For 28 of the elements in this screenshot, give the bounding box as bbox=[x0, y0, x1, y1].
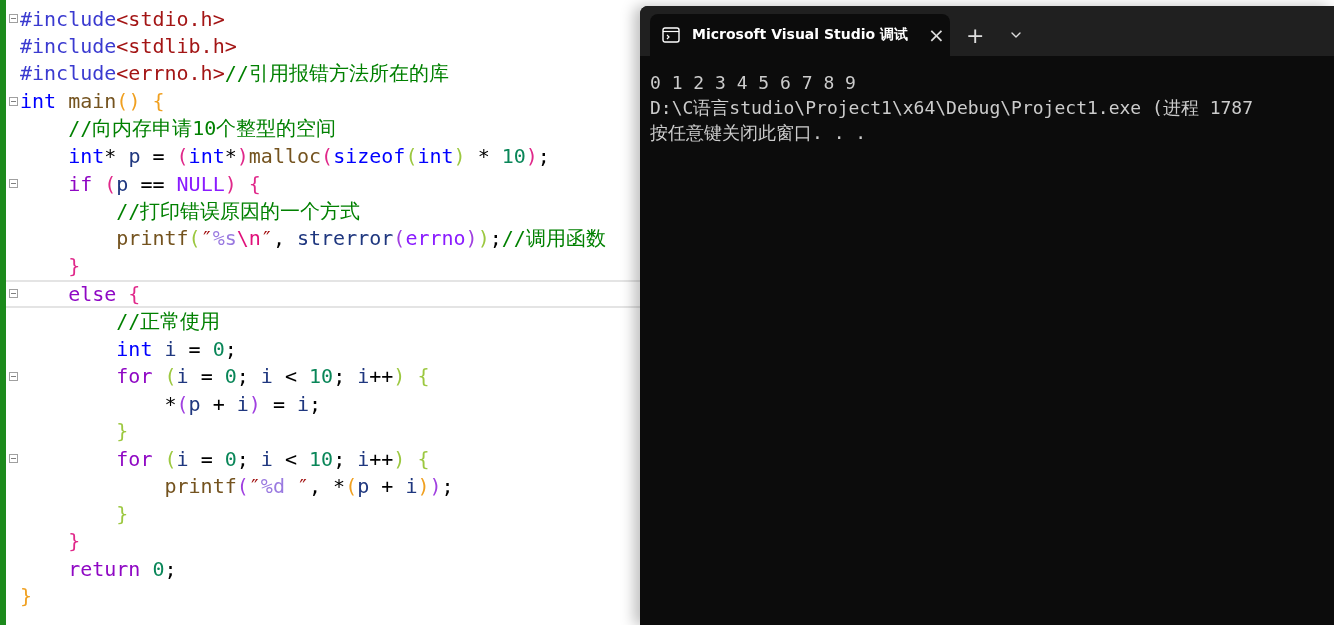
code-line: else { bbox=[67, 281, 141, 306]
code-line: } bbox=[20, 584, 33, 609]
code-line: //正常使用 bbox=[115, 307, 221, 335]
code-line: //打印错误原因的一个方式 bbox=[115, 197, 361, 225]
close-tab-button[interactable]: × bbox=[920, 18, 953, 52]
code-line: int* p = (int*)malloc(sizeof(int) * 10); bbox=[67, 144, 550, 169]
code-line: #include<errno.h>//引用报错方法所在的库 bbox=[20, 60, 449, 88]
code-line: int main() { bbox=[20, 89, 165, 114]
code-line: return 0; bbox=[67, 556, 177, 581]
code-line: #include<stdlib.h> bbox=[20, 34, 237, 59]
code-line: #include<stdio.h> bbox=[20, 6, 225, 31]
code-line: for (i = 0; i < 10; i++) { bbox=[115, 446, 430, 471]
code-line: int i = 0; bbox=[115, 336, 237, 361]
terminal-tab[interactable]: Microsoft Visual Studio 调试 × bbox=[650, 14, 950, 56]
code-line: } bbox=[67, 254, 81, 279]
code-line: //向内存申请10个整型的空间 bbox=[67, 115, 337, 143]
code-line: printf(″%d ″, *(p + i)); bbox=[163, 474, 454, 499]
code-line: } bbox=[67, 529, 81, 554]
code-line: for (i = 0; i < 10; i++) { bbox=[115, 364, 430, 389]
console-output-line: D:\C语言studio\Project1\x64\Debug\Project1.exe (进程 1787 bbox=[650, 96, 1254, 120]
console-output-line: 按任意键关闭此窗口. . . bbox=[650, 121, 868, 145]
code-line: if (p == NULL) { bbox=[67, 171, 261, 196]
code-line: *(p + i) = i; bbox=[163, 391, 322, 416]
console-output-line: 0 1 2 3 4 5 6 7 8 9 bbox=[650, 71, 857, 95]
code-line: } bbox=[115, 419, 129, 444]
code-line: printf(″%s\n″, strerror(errno));//调用函数 bbox=[115, 225, 606, 253]
new-tab-button[interactable]: + bbox=[958, 18, 993, 52]
code-line: } bbox=[115, 501, 129, 526]
